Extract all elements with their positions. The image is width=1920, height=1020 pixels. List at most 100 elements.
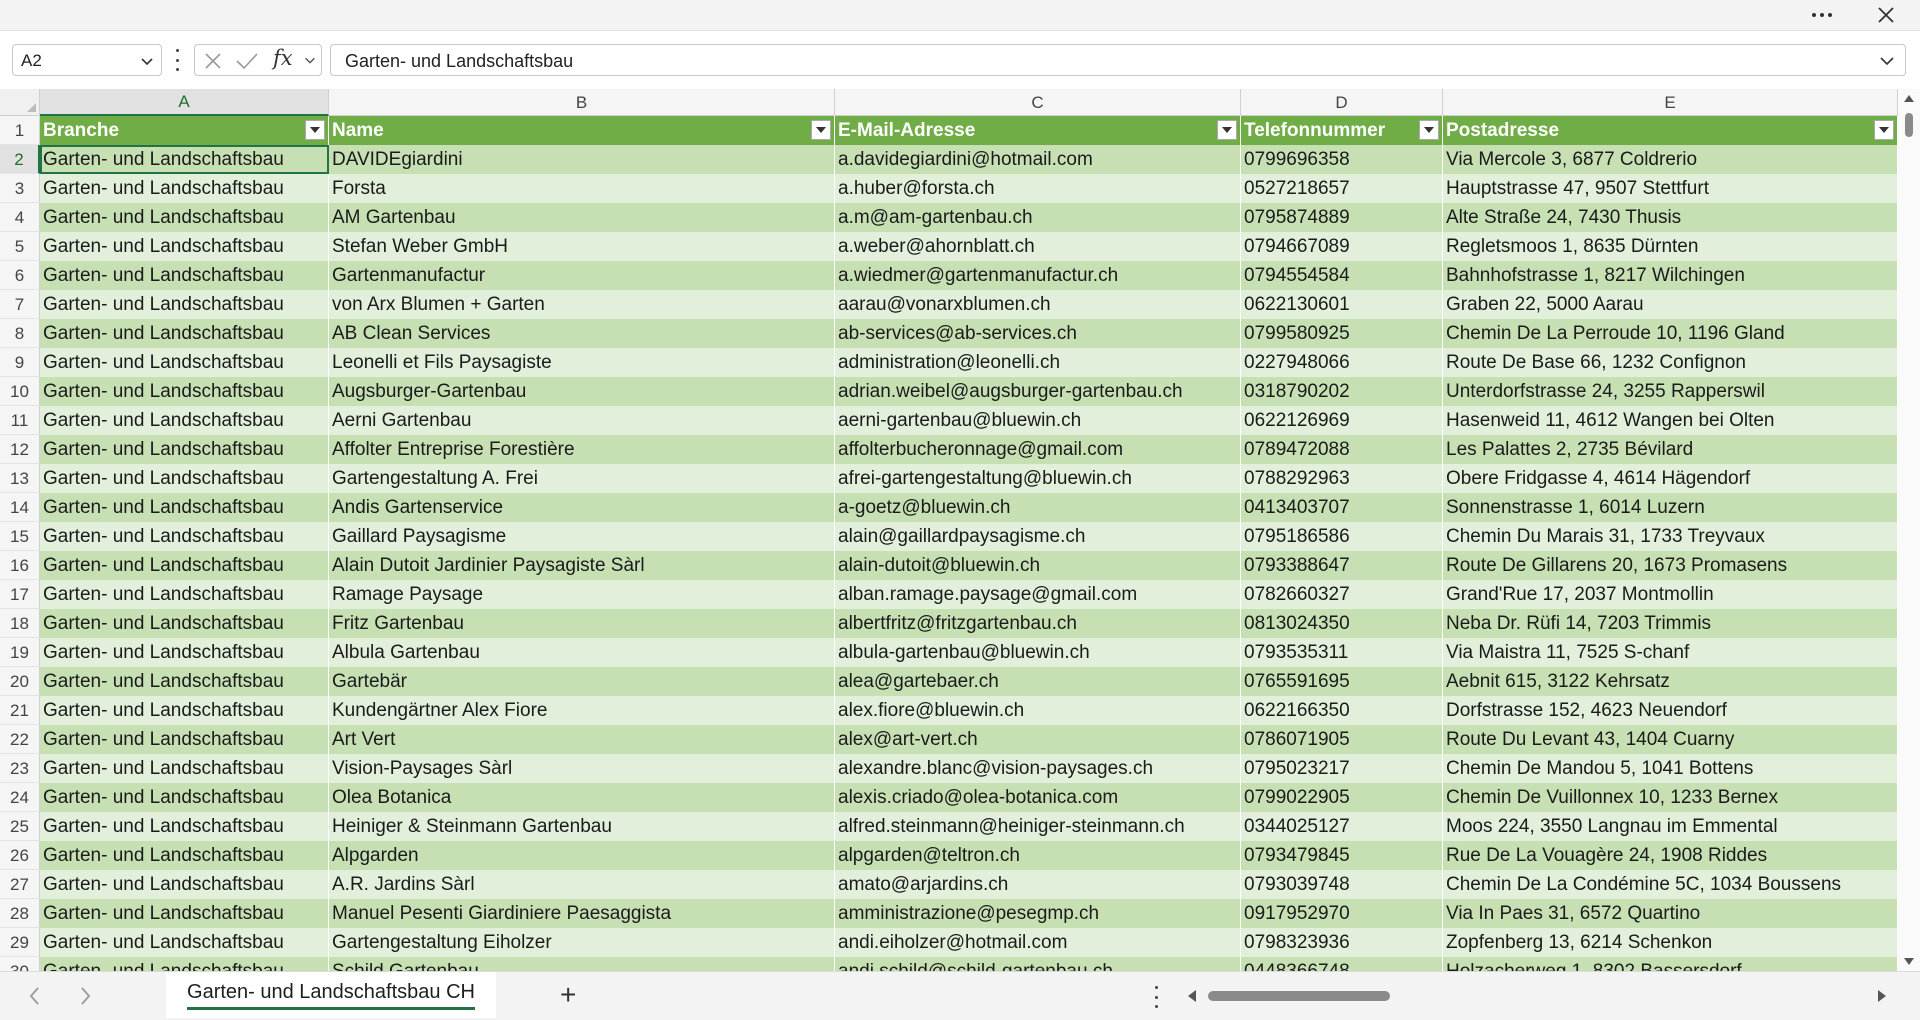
scroll-left-icon[interactable] <box>1186 989 1198 1003</box>
chevron-left-icon[interactable] <box>28 986 42 1006</box>
row-header[interactable]: 19 <box>0 638 40 667</box>
table-cell[interactable]: Garten- und Landschaftsbau <box>40 145 329 174</box>
row-header[interactable]: 12 <box>0 435 40 464</box>
table-header-cell[interactable]: E-Mail-Adresse <box>835 116 1241 145</box>
table-header-cell[interactable]: Postadresse <box>1443 116 1898 145</box>
table-cell[interactable]: Kundengärtner Alex Fiore <box>329 696 835 725</box>
table-cell[interactable]: Aerni Gartenbau <box>329 406 835 435</box>
table-cell[interactable]: Gartenmanufactur <box>329 261 835 290</box>
vertical-scrollbar[interactable] <box>1898 89 1920 971</box>
filter-dropdown-icon[interactable] <box>811 120 831 140</box>
table-cell[interactable]: Chemin De Mandou 5, 1041 Bottens <box>1443 754 1898 783</box>
sheet-tab-active[interactable]: Garten- und Landschaftsbau CH <box>166 972 496 1018</box>
row-header[interactable]: 13 <box>0 464 40 493</box>
table-cell[interactable]: alfred.steinmann@heiniger-steinmann.ch <box>835 812 1241 841</box>
table-cell[interactable]: Garten- und Landschaftsbau <box>40 957 329 971</box>
table-cell[interactable]: 0789472088 <box>1241 435 1443 464</box>
insert-function-icon[interactable]: fx <box>273 46 293 70</box>
row-header[interactable]: 5 <box>0 232 40 261</box>
table-cell[interactable]: Garten- und Landschaftsbau <box>40 319 329 348</box>
table-cell[interactable]: 0795023217 <box>1241 754 1443 783</box>
table-cell[interactable]: 0765591695 <box>1241 667 1443 696</box>
table-cell[interactable]: alea@gartebaer.ch <box>835 667 1241 696</box>
table-cell[interactable]: Fritz Gartenbau <box>329 609 835 638</box>
table-cell[interactable]: afrei-gartengestaltung@bluewin.ch <box>835 464 1241 493</box>
table-cell[interactable]: Garten- und Landschaftsbau <box>40 377 329 406</box>
table-cell[interactable]: AB Clean Services <box>329 319 835 348</box>
table-cell[interactable]: andi.schild@schild-gartenbau.ch <box>835 957 1241 971</box>
table-cell[interactable]: Gartengestaltung A. Frei <box>329 464 835 493</box>
row-header[interactable]: 18 <box>0 609 40 638</box>
table-cell[interactable]: 0794554584 <box>1241 261 1443 290</box>
filter-dropdown-icon[interactable] <box>1419 120 1439 140</box>
row-header[interactable]: 4 <box>0 203 40 232</box>
table-header-cell[interactable]: Name <box>329 116 835 145</box>
table-cell[interactable]: Garten- und Landschaftsbau <box>40 899 329 928</box>
table-header-cell[interactable]: Telefonnummer <box>1241 116 1443 145</box>
table-cell[interactable]: 0786071905 <box>1241 725 1443 754</box>
table-cell[interactable]: Affolter Entreprise Forestière <box>329 435 835 464</box>
table-cell[interactable]: Sonnenstrasse 1, 6014 Luzern <box>1443 493 1898 522</box>
table-cell[interactable]: Gartengestaltung Eiholzer <box>329 928 835 957</box>
table-cell[interactable]: administration@leonelli.ch <box>835 348 1241 377</box>
row-header[interactable]: 2 <box>0 145 40 174</box>
table-cell[interactable]: a.wiedmer@gartenmanufactur.ch <box>835 261 1241 290</box>
table-cell[interactable]: Gartebär <box>329 667 835 696</box>
table-cell[interactable]: Garten- und Landschaftsbau <box>40 232 329 261</box>
row-header[interactable]: 14 <box>0 493 40 522</box>
table-cell[interactable]: a.davidegiardini@hotmail.com <box>835 145 1241 174</box>
table-cell[interactable]: alban.ramage.paysage@gmail.com <box>835 580 1241 609</box>
scroll-up-icon[interactable] <box>1903 93 1915 103</box>
table-cell[interactable]: Chemin Du Marais 31, 1733 Treyvaux <box>1443 522 1898 551</box>
name-box[interactable]: A2 <box>12 44 162 76</box>
table-cell[interactable]: Schild Gartenbau <box>329 957 835 971</box>
table-cell[interactable]: Alain Dutoit Jardinier Paysagiste Sàrl <box>329 551 835 580</box>
table-cell[interactable]: albertfritz@fritzgartenbau.ch <box>835 609 1241 638</box>
table-cell[interactable]: AM Gartenbau <box>329 203 835 232</box>
row-header[interactable]: 1 <box>0 116 40 145</box>
horizontal-scroll-thumb[interactable] <box>1208 991 1390 1001</box>
table-cell[interactable]: Via Maistra 11, 7525 S-chanf <box>1443 638 1898 667</box>
column-header-c[interactable]: C <box>835 89 1241 116</box>
table-cell[interactable]: andi.eiholzer@hotmail.com <box>835 928 1241 957</box>
table-cell[interactable]: Garten- und Landschaftsbau <box>40 754 329 783</box>
table-cell[interactable]: Forsta <box>329 174 835 203</box>
table-cell[interactable]: Bahnhofstrasse 1, 8217 Wilchingen <box>1443 261 1898 290</box>
table-cell[interactable]: Gaillard Paysagisme <box>329 522 835 551</box>
row-header[interactable]: 26 <box>0 841 40 870</box>
table-cell[interactable]: Garten- und Landschaftsbau <box>40 551 329 580</box>
table-cell[interactable]: Garten- und Landschaftsbau <box>40 696 329 725</box>
row-header[interactable]: 8 <box>0 319 40 348</box>
table-cell[interactable]: amministrazione@pesegmp.ch <box>835 899 1241 928</box>
row-header[interactable]: 22 <box>0 725 40 754</box>
more-options-button[interactable] <box>1800 0 1844 30</box>
table-cell[interactable]: Zopfenberg 13, 6214 Schenkon <box>1443 928 1898 957</box>
table-cell[interactable]: 0318790202 <box>1241 377 1443 406</box>
table-cell[interactable]: 0788292963 <box>1241 464 1443 493</box>
table-cell[interactable]: 0798323936 <box>1241 928 1443 957</box>
table-cell[interactable]: 0622130601 <box>1241 290 1443 319</box>
table-cell[interactable]: Manuel Pesenti Giardiniere Paesaggista <box>329 899 835 928</box>
table-cell[interactable]: Garten- und Landschaftsbau <box>40 870 329 899</box>
table-cell[interactable]: 0622166350 <box>1241 696 1443 725</box>
table-cell[interactable]: Garten- und Landschaftsbau <box>40 812 329 841</box>
table-cell[interactable]: Garten- und Landschaftsbau <box>40 203 329 232</box>
filter-dropdown-icon[interactable] <box>1217 120 1237 140</box>
table-cell[interactable]: Neba Dr. Rüfi 14, 7203 Trimmis <box>1443 609 1898 638</box>
table-cell[interactable]: Regletsmoos 1, 8635 Dürnten <box>1443 232 1898 261</box>
row-header[interactable]: 21 <box>0 696 40 725</box>
row-header[interactable]: 17 <box>0 580 40 609</box>
table-cell[interactable]: Alpgarden <box>329 841 835 870</box>
table-cell[interactable]: Garten- und Landschaftsbau <box>40 580 329 609</box>
column-header-b[interactable]: B <box>329 89 835 116</box>
table-cell[interactable]: Aebnit 615, 3122 Kehrsatz <box>1443 667 1898 696</box>
table-cell[interactable]: 0793535311 <box>1241 638 1443 667</box>
table-cell[interactable]: Dorfstrasse 152, 4623 Neuendorf <box>1443 696 1898 725</box>
row-header[interactable]: 27 <box>0 870 40 899</box>
table-cell[interactable]: Garten- und Landschaftsbau <box>40 261 329 290</box>
chevron-right-icon[interactable] <box>78 986 92 1006</box>
table-cell[interactable]: Garten- und Landschaftsbau <box>40 783 329 812</box>
table-cell[interactable]: 0917952970 <box>1241 899 1443 928</box>
add-sheet-button[interactable]: + <box>560 981 576 1009</box>
table-cell[interactable]: Garten- und Landschaftsbau <box>40 928 329 957</box>
